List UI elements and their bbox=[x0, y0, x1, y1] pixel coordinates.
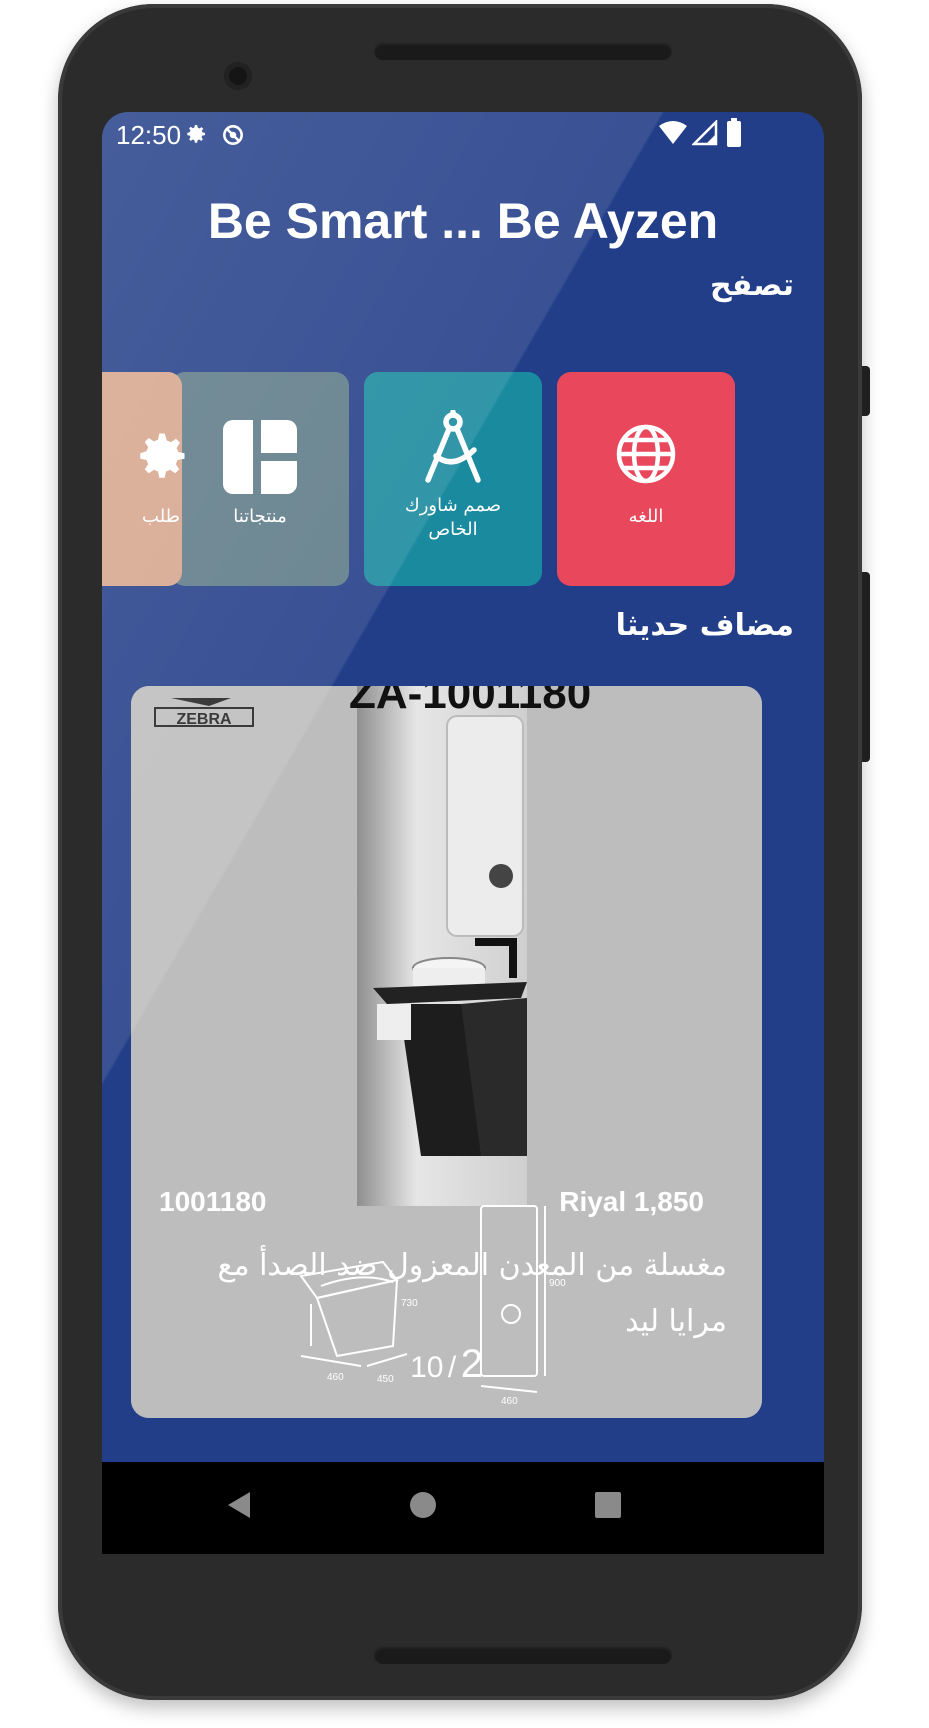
volume-button bbox=[862, 572, 870, 762]
products-card[interactable]: منتجاتنا bbox=[171, 372, 349, 586]
product-sku: 1001180 bbox=[159, 1186, 267, 1217]
browse-section-title: تصفح bbox=[709, 268, 794, 303]
status-time: 12:50 bbox=[116, 120, 182, 150]
power-button bbox=[862, 366, 870, 416]
wifi-icon bbox=[658, 120, 688, 150]
svg-text:460: 460 bbox=[501, 1396, 518, 1407]
front-camera bbox=[224, 62, 252, 90]
compass-icon bbox=[418, 409, 488, 488]
image-code-text: ZA-1001180 bbox=[349, 686, 591, 718]
language-card[interactable]: اللغه bbox=[557, 372, 735, 586]
product-card[interactable]: ZEBRA ZA-1001180 730 900 460 450 460 100… bbox=[131, 686, 762, 1418]
home-icon[interactable] bbox=[408, 1490, 438, 1524]
order-card[interactable]: طلب bbox=[102, 372, 185, 586]
status-bar: 12:50 bbox=[102, 112, 824, 158]
browse-carousel[interactable]: اللغه صمم شاورك الخاص منتجاتنا طلب bbox=[102, 372, 824, 586]
gear-icon bbox=[184, 122, 208, 150]
language-card-label: اللغه bbox=[628, 506, 664, 527]
back-icon[interactable] bbox=[226, 1490, 252, 1524]
app-screen: 12:50 Be Smart ... Be Ayzen تصفح اللغه ص… bbox=[102, 112, 824, 1554]
earpiece-speaker bbox=[374, 42, 672, 60]
recent-section-title: مضاف حديثا bbox=[615, 608, 794, 643]
pager-current: 2 bbox=[460, 1342, 483, 1386]
carousel-pager: 10 / 2 bbox=[131, 1342, 762, 1387]
design-shower-card[interactable]: صمم شاورك الخاص bbox=[364, 372, 542, 586]
layout-icon bbox=[223, 418, 299, 498]
bottom-speaker bbox=[374, 1646, 672, 1664]
product-description: مغسلة من المعدن المعزول ضد الصدأ مع مراي… bbox=[217, 1248, 727, 1339]
battery-icon bbox=[726, 118, 742, 152]
recents-icon[interactable] bbox=[594, 1490, 622, 1524]
system-nav-bar bbox=[102, 1462, 824, 1554]
sync-off-icon bbox=[220, 122, 246, 152]
signal-icon bbox=[690, 118, 718, 150]
product-price: Riyal 1,850 bbox=[559, 1186, 704, 1217]
brand-logo-text: ZEBRA bbox=[176, 711, 232, 728]
app-headline: Be Smart ... Be Ayzen bbox=[207, 193, 719, 249]
design-shower-card-label: صمم شاورك الخاص bbox=[404, 495, 502, 540]
order-card-label: طلب bbox=[142, 506, 180, 527]
globe-icon bbox=[614, 422, 678, 490]
gear-icon bbox=[132, 426, 192, 490]
pager-total: 10 bbox=[410, 1351, 444, 1384]
pager-separator: / bbox=[447, 1351, 457, 1384]
